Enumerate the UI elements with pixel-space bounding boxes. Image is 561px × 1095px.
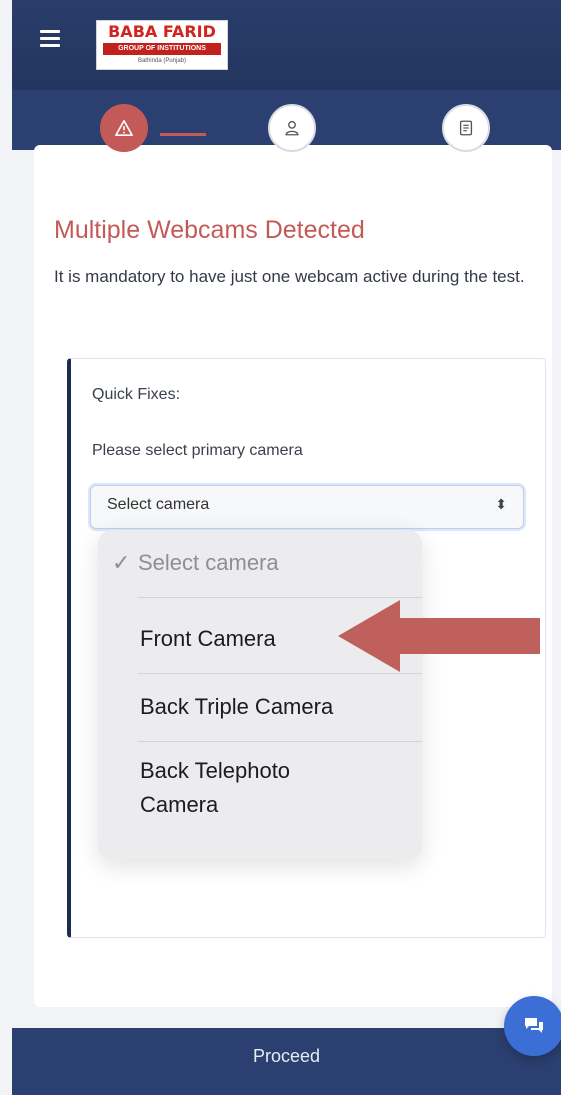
select-arrows-icon: ⬍	[495, 496, 507, 512]
logo-location: Bathinda (Punjab)	[137, 58, 187, 64]
user-icon	[285, 120, 299, 136]
chat-icon	[525, 1018, 543, 1033]
institution-logo: BABA FARID GROUP OF INSTITUTIONS Bathind…	[96, 20, 228, 70]
camera-dropdown-menu: ✓ Select camera Front Camera Back Triple…	[98, 530, 422, 860]
checkmark-icon: ✓	[112, 550, 131, 575]
logo-subtitle: GROUP OF INSTITUTIONS	[103, 43, 221, 55]
camera-select-value: Select camera	[107, 496, 210, 513]
alert-description: It is mandatory to have just one webcam …	[54, 267, 525, 286]
option-label: Back Telephoto Camera	[140, 758, 291, 817]
proceed-button[interactable]: Proceed	[12, 1046, 561, 1067]
option-back-telephoto-camera[interactable]: Back Telephoto Camera	[98, 750, 422, 840]
step-warning[interactable]	[100, 104, 148, 152]
option-label: Front Camera	[140, 626, 276, 651]
hamburger-icon[interactable]	[40, 30, 60, 48]
camera-select[interactable]: Select camera ⬍	[90, 485, 524, 529]
logo-name: BABA FARID	[108, 22, 216, 41]
camera-select-label: Please select primary camera	[92, 442, 303, 459]
annotation-arrow-icon	[338, 600, 540, 672]
divider	[138, 741, 422, 742]
alert-title: Multiple Webcams Detected	[54, 216, 365, 244]
option-select-camera[interactable]: ✓ Select camera	[98, 546, 422, 598]
quick-fixes-heading: Quick Fixes:	[92, 386, 181, 403]
step-progress-line	[160, 133, 206, 136]
option-label: Back Triple Camera	[140, 694, 334, 719]
chat-button[interactable]	[504, 996, 561, 1056]
top-bar: BABA FARID GROUP OF INSTITUTIONS Bathind…	[12, 0, 561, 90]
app-screen: BABA FARID GROUP OF INSTITUTIONS Bathind…	[12, 0, 561, 1095]
document-icon	[459, 120, 473, 136]
warning-icon	[115, 119, 133, 137]
option-label: Select camera	[138, 550, 279, 575]
step-profile[interactable]	[268, 104, 316, 152]
divider	[138, 673, 422, 674]
option-back-triple-camera[interactable]: Back Triple Camera	[98, 680, 422, 742]
divider	[138, 597, 422, 598]
step-document[interactable]	[442, 104, 490, 152]
